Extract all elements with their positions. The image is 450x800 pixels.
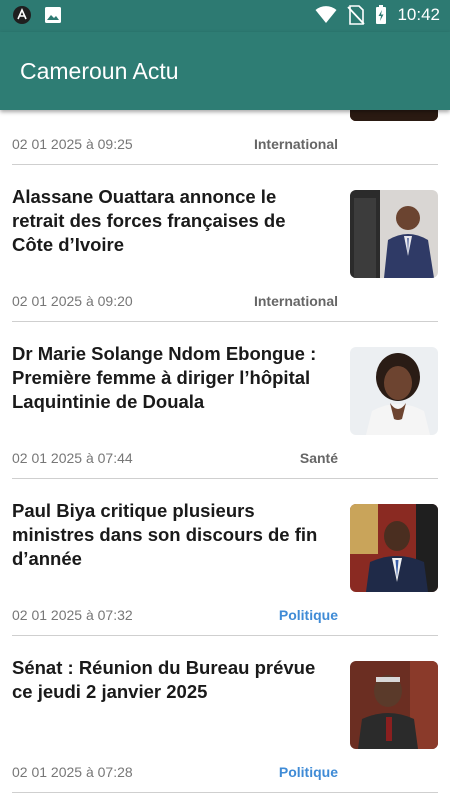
no-sim-icon xyxy=(347,5,366,25)
article-thumbnail[interactable] xyxy=(350,347,438,435)
wifi-icon xyxy=(315,6,337,23)
article-title[interactable]: Alassane Ouattara annonce le retrait des… xyxy=(12,185,330,257)
article-category: Politique xyxy=(278,607,338,623)
app-bar: Cameroun Actu xyxy=(0,32,450,110)
status-bar: 10:42 xyxy=(0,0,450,32)
app-notification-icon xyxy=(13,6,31,24)
article-title[interactable]: Sénat : Réunion du Bureau prévue ce jeud… xyxy=(12,656,330,704)
article-thumbnail[interactable] xyxy=(350,110,438,121)
article-date: 02 01 2025 à 09:20 xyxy=(12,293,133,309)
article-thumbnail[interactable] xyxy=(350,504,438,592)
article-item[interactable]: 02 01 2025 à 09:25 International xyxy=(12,110,438,165)
article-title[interactable]: Paul Biya critique plusieurs ministres d… xyxy=(12,499,330,571)
article-date: 02 01 2025 à 07:44 xyxy=(12,450,133,466)
clock: 10:42 xyxy=(397,5,440,24)
article-item[interactable]: Dr Marie Solange Ndom Ebongue : Première… xyxy=(12,321,438,479)
battery-charging-icon xyxy=(376,5,387,24)
article-date: 02 01 2025 à 07:32 xyxy=(12,607,133,623)
article-item[interactable]: Sénat : Réunion du Bureau prévue ce jeud… xyxy=(12,635,438,793)
article-thumbnail[interactable] xyxy=(350,661,438,749)
article-category: International xyxy=(253,136,338,152)
image-notification-icon xyxy=(45,7,61,23)
article-date: 02 01 2025 à 07:28 xyxy=(12,764,133,780)
article-category: International xyxy=(253,293,338,309)
article-item[interactable]: Alassane Ouattara annonce le retrait des… xyxy=(12,164,438,322)
article-date: 02 01 2025 à 09:25 xyxy=(12,136,133,152)
article-title[interactable]: Dr Marie Solange Ndom Ebongue : Première… xyxy=(12,342,330,414)
app-title: Cameroun Actu xyxy=(20,58,179,84)
article-list[interactable]: 02 01 2025 à 09:25 International Alassan… xyxy=(0,110,450,800)
article-category: Santé xyxy=(299,450,338,466)
article-category: Politique xyxy=(278,764,338,780)
article-item[interactable]: Paul Biya critique plusieurs ministres d… xyxy=(12,478,438,636)
article-thumbnail[interactable] xyxy=(350,190,438,278)
